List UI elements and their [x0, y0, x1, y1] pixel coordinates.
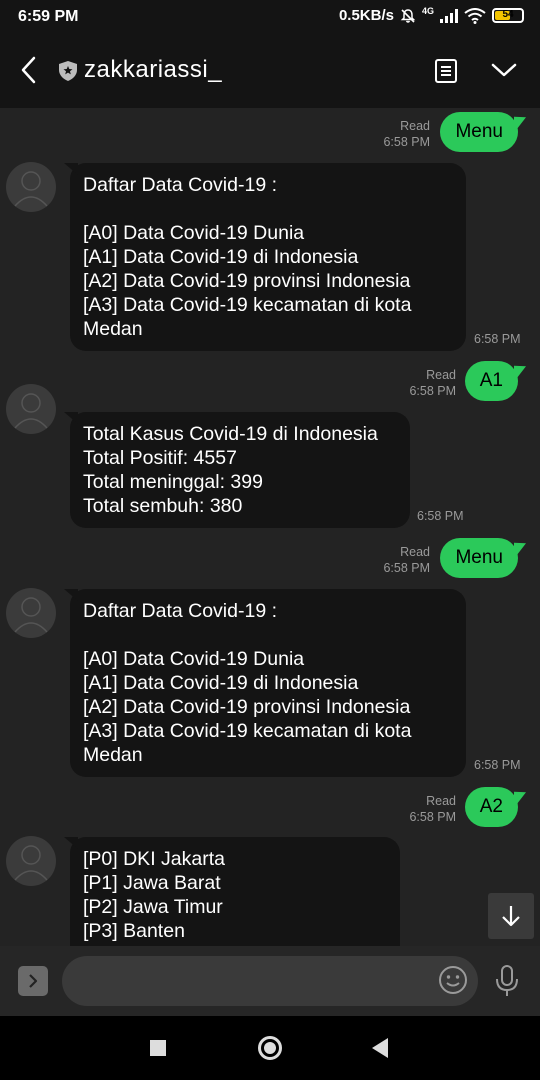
avatar[interactable] [6, 588, 56, 638]
message-meta: Read 6:58 PM [409, 367, 456, 399]
read-receipt: Read [426, 794, 456, 808]
chat-title: zakkariassi_ [84, 56, 223, 83]
battery-level: 54 [502, 9, 514, 20]
message-bubble-in[interactable]: [P0] DKI Jakarta [P1] Jawa Barat [P2] Ja… [64, 837, 400, 946]
read-receipt: Read [426, 368, 456, 382]
arrow-down-icon [502, 906, 520, 927]
status-indicators: 0.5KB/s 4G 54 [339, 7, 524, 24]
battery-icon: 54 [492, 8, 524, 23]
message-bubble-in[interactable]: Total Kasus Covid-19 di Indonesia Total … [64, 412, 410, 528]
recent-apps-button[interactable] [150, 1040, 166, 1056]
home-button[interactable] [258, 1036, 282, 1060]
user-icon [14, 393, 48, 429]
user-icon [14, 845, 48, 881]
wifi-icon [464, 7, 486, 24]
message-bubble-out[interactable]: Menu [440, 538, 518, 578]
message-time: 6:58 PM [383, 135, 430, 149]
status-time: 6:59 PM [18, 8, 79, 25]
message-time: 6:58 PM [474, 332, 521, 346]
official-shield-icon [59, 61, 77, 81]
scroll-to-bottom-button[interactable] [488, 893, 534, 939]
expand-menu-button[interactable] [18, 966, 48, 996]
message-bubble-out[interactable]: A2 [464, 787, 518, 827]
emoji-icon[interactable] [438, 965, 468, 995]
mute-icon [400, 8, 416, 23]
message-bubble-out[interactable]: A1 [464, 361, 518, 401]
message-time: 6:58 PM [409, 810, 456, 824]
chevron-down-icon[interactable] [490, 58, 518, 82]
system-back-button[interactable] [372, 1038, 388, 1058]
message-bubble-in[interactable]: Daftar Data Covid-19 : [A0] Data Covid-1… [64, 163, 466, 351]
user-icon [14, 171, 48, 207]
chat-header: zakkariassi_ [0, 34, 540, 108]
signal-icon [440, 8, 458, 23]
message-input-bar [0, 946, 540, 1016]
microphone-icon[interactable] [494, 964, 520, 998]
message-bubble-in[interactable]: Daftar Data Covid-19 : [A0] Data Covid-1… [64, 589, 466, 777]
message-meta: Read 6:58 PM [383, 118, 430, 150]
message-time: 6:58 PM [474, 758, 521, 772]
avatar[interactable] [6, 836, 56, 886]
read-receipt: Read [400, 119, 430, 133]
network-speed: 0.5KB/s [338, 7, 394, 24]
notes-icon[interactable] [434, 58, 458, 84]
message-meta: Read 6:58 PM [409, 793, 456, 825]
back-icon[interactable] [16, 54, 44, 86]
message-input[interactable] [62, 956, 478, 1006]
read-receipt: Read [400, 545, 430, 559]
chevron-right-icon [29, 974, 38, 988]
avatar[interactable] [6, 384, 56, 434]
system-nav-bar [0, 1016, 540, 1080]
user-icon [14, 597, 48, 633]
chat-area[interactable]: Read 6:58 PM Menu Daftar Data Covid-19 :… [0, 108, 540, 946]
message-meta: Read 6:58 PM [383, 544, 430, 576]
message-bubble-out[interactable]: Menu [440, 112, 518, 152]
avatar[interactable] [6, 162, 56, 212]
message-time: 6:58 PM [383, 561, 430, 575]
message-time: 6:58 PM [409, 384, 456, 398]
message-time: 6:58 PM [417, 509, 464, 523]
network-type: 4G [421, 6, 434, 16]
status-bar: 6:59 PM 0.5KB/s 4G 54 [0, 0, 540, 34]
